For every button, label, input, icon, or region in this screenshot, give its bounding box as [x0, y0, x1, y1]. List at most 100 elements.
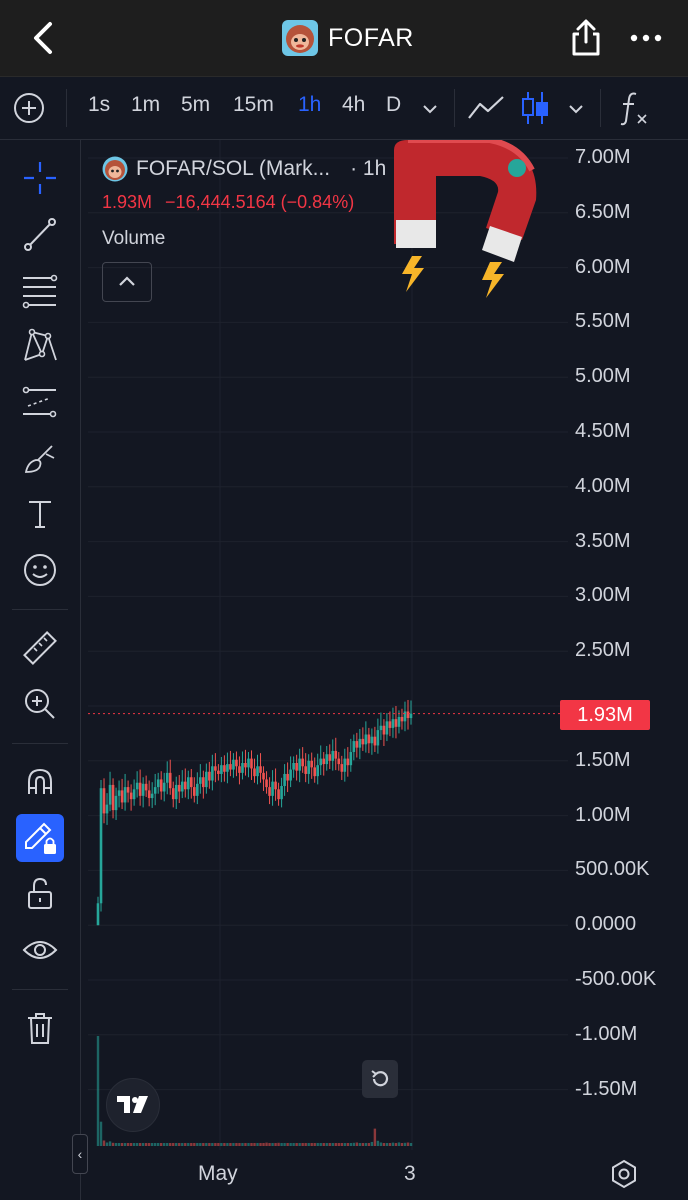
candle-body	[274, 781, 277, 790]
symbol-name[interactable]: FOFAR/SOL (Mark...	[136, 157, 330, 181]
interval-1s[interactable]: 1s	[88, 93, 110, 117]
volume-bar	[172, 1143, 175, 1146]
forecast-tool[interactable]	[16, 378, 64, 426]
candle-body	[253, 768, 256, 777]
volume-bar	[111, 1142, 115, 1146]
emoji-tool[interactable]	[16, 546, 64, 594]
lock-all-tool[interactable]	[16, 870, 64, 918]
eye-icon	[22, 941, 58, 959]
interval-dropdown[interactable]	[420, 99, 440, 119]
volume-bar	[340, 1142, 343, 1146]
pattern-tool[interactable]	[16, 322, 64, 370]
trend-line-icon	[24, 218, 56, 251]
add-symbol-button[interactable]	[12, 91, 46, 125]
magnet-mode-tool[interactable]	[16, 758, 64, 806]
volume-bar	[211, 1143, 214, 1146]
candle-body	[126, 787, 130, 793]
remove-drawings-tool[interactable]	[16, 1004, 64, 1052]
volume-bar	[316, 1143, 319, 1146]
trend-line-tool[interactable]	[16, 210, 64, 258]
volume-bar	[373, 1128, 377, 1146]
price-axis-label: 1.50M	[575, 748, 631, 771]
brush-tool[interactable]	[16, 434, 64, 482]
candle-body	[334, 750, 338, 759]
hide-drawings-tool[interactable]	[16, 926, 64, 974]
zoom-in-icon	[25, 689, 55, 719]
text-icon	[29, 501, 51, 528]
candle-body	[202, 777, 205, 788]
candle-body	[259, 766, 262, 773]
price-axis-label: 3.50M	[575, 529, 631, 552]
price-axis-label: 4.00M	[575, 474, 631, 497]
volume-bar	[277, 1142, 280, 1146]
volume-bar	[193, 1143, 196, 1146]
settings-icon	[612, 1159, 636, 1189]
candle-body	[250, 758, 253, 769]
interval-15m[interactable]: 15m	[233, 93, 274, 117]
indicators-button[interactable]	[616, 89, 652, 127]
candle-body	[199, 777, 202, 784]
interval-1h[interactable]: 1h	[298, 93, 321, 117]
zoom-in-tool[interactable]	[16, 680, 64, 728]
volume-bar	[105, 1142, 109, 1146]
candle-body	[376, 730, 380, 746]
volume-bar	[238, 1143, 241, 1146]
interval-4h[interactable]: 4h	[342, 93, 365, 117]
volume-bar	[202, 1143, 205, 1146]
volume-bar	[280, 1143, 283, 1146]
line-chart-type-button[interactable]	[466, 91, 506, 125]
volume-bar	[132, 1143, 136, 1146]
volume-bar	[268, 1143, 271, 1146]
share-button[interactable]	[566, 18, 606, 58]
candle-body	[150, 793, 154, 799]
candle-body	[295, 762, 298, 771]
candle-body	[400, 716, 404, 722]
volume-bar	[310, 1143, 313, 1146]
crosshair-icon	[24, 162, 56, 194]
interval-1m[interactable]: 1m	[131, 93, 160, 117]
volume-bar	[147, 1143, 151, 1146]
lock-drawing-mode-tool[interactable]	[16, 814, 64, 862]
volume-bar	[334, 1143, 337, 1146]
time-axis-label: May	[198, 1162, 238, 1185]
candlestick-icon	[522, 92, 548, 124]
volume-bar	[153, 1143, 157, 1146]
chart-settings-button[interactable]	[608, 1158, 640, 1190]
volume-bar	[253, 1143, 256, 1146]
unlock-icon	[28, 877, 52, 909]
chart-type-dropdown[interactable]	[566, 99, 586, 119]
candle-body	[391, 719, 395, 728]
volume-bar	[313, 1143, 316, 1146]
volume-bar	[325, 1143, 328, 1146]
candle-body	[235, 759, 238, 767]
volume-bar	[307, 1143, 310, 1146]
candle-body	[397, 716, 401, 727]
measure-tool[interactable]	[16, 624, 64, 672]
reset-chart-button[interactable]	[362, 1060, 398, 1098]
candle-body	[141, 783, 145, 796]
volume-indicator-label[interactable]: Volume	[102, 228, 165, 250]
candle-body	[289, 769, 292, 781]
interval-D[interactable]: D	[386, 93, 401, 117]
volume-bar	[361, 1143, 365, 1146]
ruler-icon	[23, 631, 57, 665]
candle-body	[144, 783, 148, 791]
plus-circle-icon	[14, 93, 44, 123]
collapse-sidebar-button[interactable]: ‹	[72, 1134, 88, 1174]
candle-body	[409, 713, 413, 719]
tradingview-logo[interactable]	[106, 1078, 160, 1132]
candle-body	[292, 762, 295, 770]
candle-body	[129, 792, 133, 800]
candle-chart-type-button[interactable]	[518, 89, 552, 127]
crosshair-tool[interactable]	[16, 154, 64, 202]
more-button[interactable]	[626, 24, 666, 52]
candle-body	[310, 760, 313, 768]
volume-bar	[274, 1143, 277, 1146]
text-tool[interactable]	[16, 490, 64, 538]
back-button[interactable]	[26, 20, 62, 56]
toolbar-divider	[600, 89, 601, 127]
fib-tool[interactable]	[16, 266, 64, 314]
volume-bar	[283, 1143, 286, 1146]
collapse-legend-button[interactable]	[102, 262, 152, 302]
interval-5m[interactable]: 5m	[181, 93, 210, 117]
